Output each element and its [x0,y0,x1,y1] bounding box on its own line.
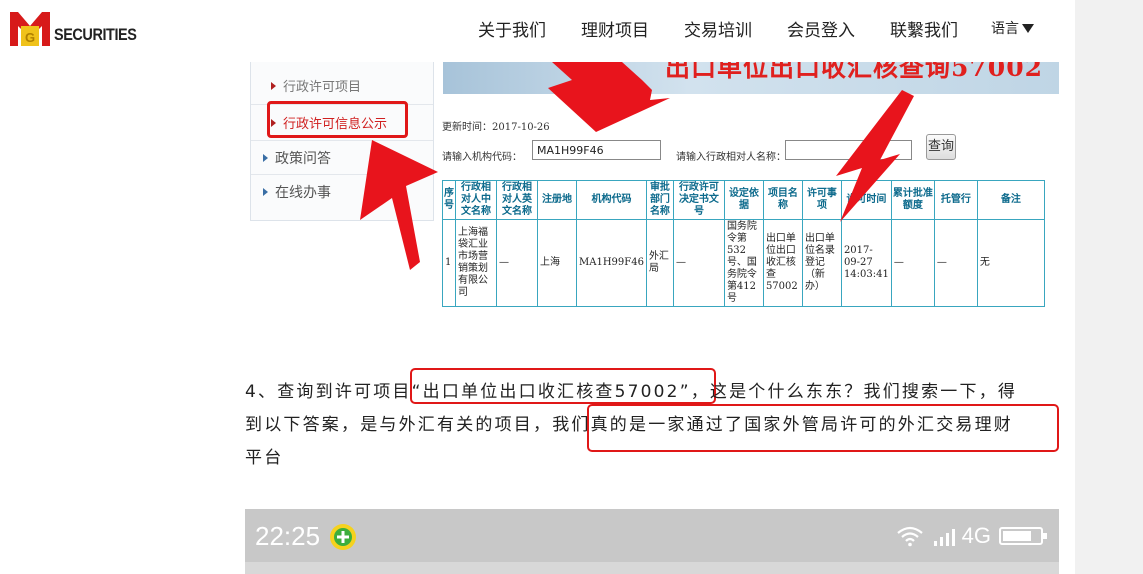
banner-title: 出口单位出口收汇核查询57002 [665,62,1043,82]
phone-app-area [245,562,1059,574]
table-cell: — [933,219,978,307]
column-header: 审批部门名称 [645,180,674,220]
column-header: 序号 [442,180,456,220]
table-cell: 出口单位出口收汇核查57002 [762,219,803,307]
language-dropdown[interactable]: 语言 [991,18,1034,38]
table-cell: 上海福袋汇业市场营销策划有限公司 [455,219,497,307]
language-label: 语言 [991,21,1019,37]
sidebar-item-permit-projects[interactable]: 行政许可项目 [271,76,361,95]
column-header: 行政相对人英文名称 [496,180,538,220]
article-paragraph: 4、查询到许可项目“出口单位出口收汇核查57002”，这是个什么东东？我们搜索一… [245,376,1059,475]
triangle-right-icon [263,154,268,162]
nav-wealth-projects[interactable]: 理财项目 [581,16,649,41]
sidebar-divider [251,140,433,141]
org-code-label: 请输入机构代码： [442,152,522,163]
table-cell: 国务院令第532号、国务院令第412号 [723,219,764,307]
nav-member-login[interactable]: 会员登入 [787,16,855,41]
update-time: 更新时间：2017-10-26 [442,122,550,133]
banner: 出口单位出口收汇核查询57002 [443,62,1059,94]
table-cell: 无 [976,219,1045,307]
column-header: 许可时间 [840,180,892,220]
query-button[interactable]: 查询 [926,134,956,160]
table-cell: — [496,219,538,307]
sidebar-item-policy-qa[interactable]: 政策问答 [263,148,331,168]
caret-down-icon [1022,23,1034,33]
column-header: 备注 [976,180,1045,220]
nav-about-us[interactable]: 关于我们 [478,16,546,41]
column-header: 注册地 [537,180,577,220]
column-header: 行政相对人中文名称 [455,180,497,220]
phone-screenshot: 22:25 4G [245,509,1059,574]
column-header: 设定依据 [723,180,764,220]
wifi-icon [896,526,923,547]
table-cell: 上海 [537,219,577,307]
registry-screenshot: 行政许可项目 行政许可信息公示 政策问答 在线办事 出口单位出口收汇核查询570… [245,62,1059,337]
battery-icon [999,527,1047,545]
party-name-label: 请输入行政相对人名称： [676,152,786,163]
table-cell: — [672,219,725,307]
table-cell: 1 [442,219,456,307]
column-header: 项目名称 [762,180,803,220]
column-header: 许可事项 [801,180,842,220]
phone-status-bar: 4G [896,523,1049,549]
triangle-right-icon [271,82,276,90]
column-header: 累计批准额度 [890,180,935,220]
paragraph-line: 4、查询到许可项目“出口单位出口收汇核查57002”，这是个什么东东？我们搜索一… [245,382,1018,402]
logo-mark-icon: G [10,12,50,46]
results-table: 序号 行政相对人中文名称 行政相对人英文名称 注册地 机构代码 审批部门名称 行… [442,180,1045,307]
party-name-input[interactable] [785,140,912,160]
sidebar-item-online-service[interactable]: 在线办事 [263,182,331,202]
logo-text: SECURITIES [54,25,137,44]
sidebar-item-permit-disclosure[interactable]: 行政许可信息公示 [271,113,387,132]
nav-contact-us[interactable]: 联繫我们 [890,16,958,41]
svg-text:G: G [25,30,35,45]
sidebar-divider [251,174,433,175]
triangle-right-icon [263,188,268,196]
table-cell: 外汇局 [645,219,674,307]
column-header: 托管行 [933,180,978,220]
app-status-icon [330,524,356,550]
column-header: 机构代码 [576,180,647,220]
column-header: 行政许可决定书文号 [672,180,725,220]
table-cell: 出口单位名录登记（新办） [801,219,842,307]
table-cell: — [890,219,935,307]
scrollbar-track[interactable] [1075,0,1143,574]
org-code-input[interactable]: MA1H99F46 [532,140,661,160]
table-row: 1 上海福袋汇业市场营销策划有限公司 — 上海 MA1H99F46 外汇局 — … [442,219,1045,307]
paragraph-line: 平台 [245,448,284,468]
signal-icon [933,529,955,546]
sidebar-panel: 行政许可项目 行政许可信息公示 政策问答 在线办事 [250,62,434,221]
main-nav: 关于我们 理财项目 交易培训 会员登入 联繫我们 语言 [478,16,1034,41]
table-cell: 2017-09-27 14:03:41 [840,219,892,307]
phone-time: 22:25 [255,521,321,551]
paragraph-line: 到以下答案，是与外汇有关的项目，我们真的是一家通过了国家外管局许可的外汇交易理财 [245,415,1013,435]
table-cell: MA1H99F46 [576,219,647,307]
nav-trading-training[interactable]: 交易培训 [684,16,752,41]
triangle-right-icon [271,119,276,127]
network-type: 4G [961,523,991,548]
sidebar-divider [251,104,433,105]
table-header-row: 序号 行政相对人中文名称 行政相对人英文名称 注册地 机构代码 审批部门名称 行… [442,180,1045,220]
site-logo[interactable]: G SECURITIES [10,10,151,46]
